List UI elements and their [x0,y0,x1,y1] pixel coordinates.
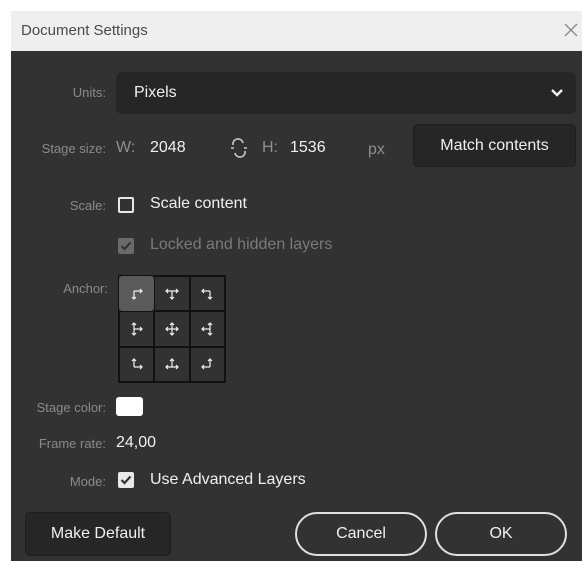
anchor-arrows-icon [201,358,213,370]
dialog-title: Document Settings [21,22,148,39]
advanced-layers-label: Use Advanced Layers [150,471,306,488]
locked-hidden-label: Locked and hidden layers [150,236,333,253]
scale-content-label: Scale content [150,195,247,212]
anchor-arrows-icon [201,322,213,336]
anchor-grid [118,275,226,383]
checkmark-icon [120,241,132,251]
title-bar: Document Settings [11,11,582,51]
anchor-top-left[interactable] [119,276,155,312]
units-label: Units: [72,85,106,100]
anchor-arrows-icon [201,288,213,300]
anchor-label: Anchor: [63,281,108,296]
document-settings-dialog: Document Settings Units: Pixels Stage si… [11,11,582,561]
anchor-bottom-left[interactable] [119,346,155,382]
anchor-arrows-icon [165,358,179,370]
anchor-top-center[interactable] [154,276,190,312]
anchor-center[interactable] [154,311,190,347]
height-input[interactable]: 1536 [290,139,326,157]
width-input[interactable]: 2048 [150,139,186,157]
scale-content-checkbox[interactable] [118,197,134,213]
width-label: W: [116,139,136,156]
checkmark-icon [120,475,132,485]
make-default-button[interactable]: Make Default [25,512,171,556]
stage-size-label: Stage size: [41,141,106,156]
chevron-down-icon [551,89,563,97]
ok-button[interactable]: OK [435,512,567,556]
anchor-arrows-icon [165,322,179,336]
stage-color-swatch[interactable] [116,397,143,416]
anchor-top-right[interactable] [189,276,225,312]
link-broken-icon[interactable] [229,137,249,164]
anchor-bottom-center[interactable] [154,346,190,382]
units-value: Pixels [134,84,177,101]
anchor-arrows-icon [131,322,143,336]
units-dropdown[interactable]: Pixels [116,72,576,114]
frame-rate-label: Frame rate: [38,436,106,451]
size-unit: px [368,141,385,158]
mode-label: Mode: [69,474,106,489]
stage-color-label: Stage color: [36,400,106,415]
close-icon[interactable] [558,17,582,43]
scale-label: Scale: [69,198,106,213]
anchor-arrows-icon [131,288,143,300]
height-label: H: [262,139,278,156]
cancel-button[interactable]: Cancel [295,512,427,556]
anchor-middle-right[interactable] [189,311,225,347]
anchor-arrows-icon [131,358,143,370]
dialog-body: Units: Pixels Stage size: W: 2048 H: 153… [11,51,582,561]
locked-hidden-checkbox[interactable] [118,238,134,254]
anchor-bottom-right[interactable] [189,346,225,382]
advanced-layers-checkbox[interactable] [118,472,134,488]
anchor-middle-left[interactable] [119,311,155,347]
frame-rate-input[interactable]: 24,00 [116,434,156,452]
anchor-arrows-icon [165,288,179,300]
match-contents-button[interactable]: Match contents [413,124,576,167]
